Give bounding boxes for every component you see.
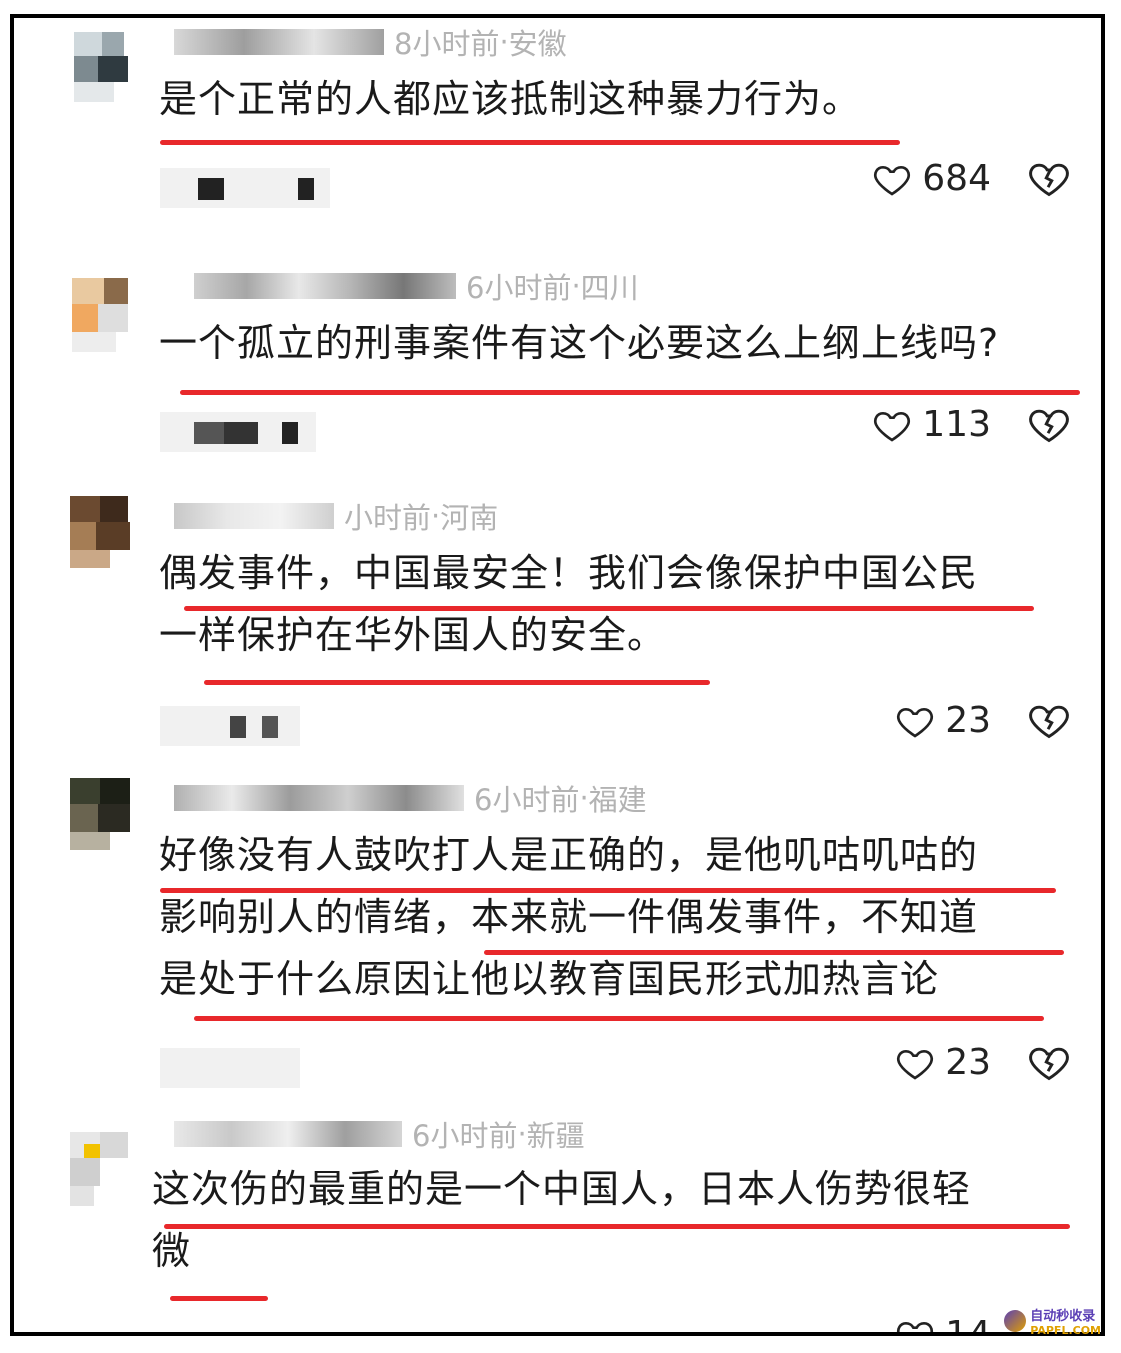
comment-line: 好像没有人鼓吹打人是正确的，是他叽咕叽咕的 [159,833,979,877]
comment-line: 是个正常的人都应该抵制这种暴力行为。 [159,77,862,121]
like-count: 23 [945,1042,991,1083]
site-watermark: 自动秒收录 PAPFL.COM [1004,1305,1101,1337]
comment-line: 偶发事件，中国最安全！我们会像保护中国公民 [159,551,979,595]
comment-time: 8小时前 [394,27,500,61]
comment-time: 小时前 [344,501,432,535]
comment-line: 一个孤立的刑事案件有这个必要这么上纲上线吗? [159,321,1000,365]
meta-separator: · [579,781,589,815]
username-blurred[interactable] [194,273,456,299]
comment-location: 河南 [440,501,499,535]
red-underline [160,888,1056,893]
username-blurred[interactable] [174,503,334,529]
username-blurred[interactable] [174,785,464,811]
meta-separator: · [517,1117,527,1151]
like-button[interactable]: 23 [895,700,991,741]
comment-line: 微 [152,1229,192,1273]
heart-outline-icon [897,707,934,738]
red-underline [194,1016,1044,1021]
broken-heart-icon[interactable] [1027,156,1071,200]
meta-separator: · [571,269,581,303]
comment-meta: 6小时前 · 四川 [194,266,639,306]
like-count: 14 [945,1314,991,1336]
red-underline [204,680,710,685]
red-underline [160,140,900,145]
like-button[interactable]: 23 [895,1042,991,1083]
comment-location: 安徽 [508,27,567,61]
username-blurred[interactable] [174,29,384,55]
watermark-line1: 自动秒收录 [1030,1309,1096,1324]
broken-heart-icon[interactable] [1027,1040,1071,1084]
red-underline [184,606,1034,611]
comment-text: 偶发事件，中国最安全！我们会像保护中国公民 一样保护在华外国人的安全。 [159,542,1081,666]
reply-blurred [160,168,330,208]
avatar[interactable] [56,24,140,108]
comment-time: 6小时前 [412,1119,518,1153]
heart-outline-icon [897,1049,934,1080]
broken-heart-icon[interactable] [1027,698,1071,742]
like-button[interactable]: 113 [872,404,991,445]
meta-separator: · [499,25,509,59]
broken-heart-icon[interactable] [1027,402,1071,446]
comment-location: 福建 [588,783,647,817]
reply-blurred [160,706,300,746]
username-blurred[interactable] [174,1121,402,1147]
comment-line: 这次伤的最重的是一个中国人，日本人伤势很轻 [152,1167,972,1211]
watermark-line2: PAPFL.COM [1030,1324,1101,1337]
comment-location: 四川 [580,271,639,305]
comment-text: 一个孤立的刑事案件有这个必要这么上纲上线吗? [159,312,1081,374]
reply-blurred [160,1048,300,1088]
comment-text: 好像没有人鼓吹打人是正确的，是他叽咕叽咕的 影响别人的情绪，本来就一件偶发事件，… [159,824,1081,1010]
comment-meta: 6小时前 · 福建 [174,778,647,818]
heart-outline-icon [874,165,911,196]
comment-location: 新疆 [526,1119,585,1153]
like-button[interactable]: 14 [895,1314,991,1336]
red-underline [170,1296,268,1301]
avatar[interactable] [56,272,140,356]
meta-separator: · [431,499,441,533]
watermark-logo-icon [1004,1310,1027,1332]
heart-outline-icon [897,1321,934,1332]
like-count: 23 [945,700,991,741]
red-underline [164,1224,1070,1229]
comment-text: 这次伤的最重的是一个中国人，日本人伤势很轻 微 [152,1158,1081,1282]
comment-meta: 小时前 · 河南 [174,496,498,536]
avatar[interactable] [56,770,140,854]
like-count: 684 [922,158,991,199]
comment-list: 8小时前 · 安徽 是个正常的人都应该抵制这种暴力行为。 684 6小时前 · … [10,14,1105,1336]
comment-line: 影响别人的情绪，本来就一件偶发事件，不知道 [159,895,979,939]
red-underline [180,390,1080,395]
reply-blurred [160,412,316,452]
comment-line: 一样保护在华外国人的安全。 [159,613,667,657]
like-count: 113 [922,404,991,445]
avatar[interactable] [56,488,140,572]
like-button[interactable]: 684 [872,158,991,199]
comment-text: 是个正常的人都应该抵制这种暴力行为。 [159,68,1081,130]
comment-meta: 6小时前 · 新疆 [174,1114,585,1154]
comment-line: 是处于什么原因让他以教育国民形式加热言论 [159,957,940,1001]
comment-time: 6小时前 [466,271,572,305]
avatar[interactable] [56,1126,140,1210]
red-underline [484,950,1064,955]
heart-outline-icon [874,411,911,442]
comment-meta: 8小时前 · 安徽 [174,22,567,62]
comment-time: 6小时前 [474,783,580,817]
